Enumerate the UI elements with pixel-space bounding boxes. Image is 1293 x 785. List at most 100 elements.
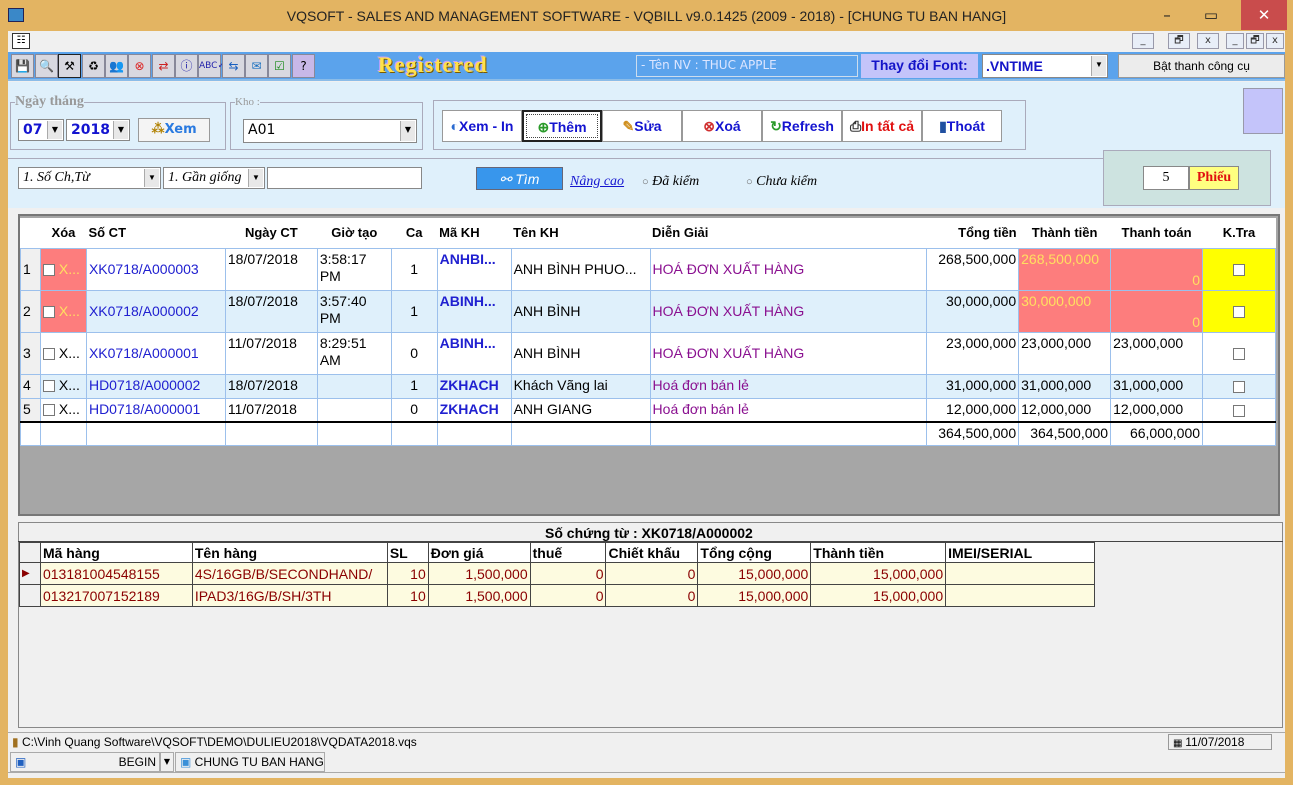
chevron-down-icon[interactable]: ▼ [144,169,159,187]
tools-icon[interactable]: ⚒ [58,54,81,78]
users-icon[interactable]: 👥 [105,54,128,78]
check-checkbox[interactable] [1233,348,1246,361]
edit-button[interactable]: ✎Sửa [602,110,682,142]
check-cell[interactable] [1202,247,1276,291]
system-menu-icon[interactable]: ☷ [12,33,30,49]
exchange-icon[interactable]: ⇄ [152,54,175,78]
check-icon[interactable]: ☑ [268,54,291,78]
search-user-icon[interactable]: 🔍 [35,54,58,78]
print-all-button[interactable]: ⎙In tất cả [842,110,922,142]
mdi2-minimize-button[interactable]: _ [1226,33,1244,49]
info-icon[interactable]: ⓘ [175,54,198,78]
voucher-no[interactable]: XK0718/A000001 [85,331,226,375]
year-select[interactable]: 2018 ▼ [66,119,130,141]
advanced-link[interactable]: Nâng cao [570,174,624,190]
col-time[interactable]: Giờ tạo [317,218,392,248]
spellcheck-icon[interactable]: ABC✓ [198,54,225,78]
delete-checkbox[interactable] [42,306,55,319]
mdi-minimize-button[interactable]: _ [1132,33,1154,49]
col-paid[interactable]: Thanh toán [1110,218,1203,248]
mdi2-close-button[interactable]: x [1266,33,1284,49]
check-checkbox[interactable] [1233,405,1246,418]
col-voucher-no[interactable]: Số CT [86,218,226,248]
chevron-down-icon[interactable]: ▼ [400,121,415,141]
taskbar-window-button[interactable]: ▣ CHUNG TU BAN HANG [175,752,325,772]
delete-cell[interactable]: X... [39,331,87,375]
col-line-amount[interactable]: Thành tiền [810,542,947,563]
col-item-code[interactable]: Mã hàng [39,542,193,563]
col-customer-code[interactable]: Mã KH [437,218,512,248]
col-unit-price[interactable]: Đơn giá [427,542,531,563]
cancel-icon[interactable]: ⊗ [128,54,151,78]
toggle-toolbar-button[interactable]: Bật thanh công cụ [1118,54,1285,78]
col-date[interactable]: Ngày CT [225,218,318,248]
col-customer-name[interactable]: Tên KH [511,218,651,248]
voucher-no[interactable]: XK0718/A000002 [85,289,226,333]
teamviewer-icon[interactable]: ⇆ [222,54,245,78]
col-description[interactable]: Diễn Giải [650,218,927,248]
check-checkbox[interactable] [1233,306,1246,319]
chevron-down-icon[interactable]: ▼ [248,169,263,187]
table-row[interactable]: 2 X... XK0718/A000002 18/07/2018 3:57:40… [20,289,1276,333]
col-discount[interactable]: Chiết khấu [605,542,699,563]
delete-cell[interactable]: X... [39,373,87,399]
check-cell[interactable] [1202,373,1276,399]
delete-button[interactable]: ⊗Xoá [682,110,762,142]
voucher-no[interactable]: HD0718/A000001 [85,397,226,423]
check-cell[interactable] [1202,289,1276,333]
add-button[interactable]: ⊕Thêm [522,110,602,142]
side-panel-button[interactable] [1243,88,1283,134]
unchecked-radio[interactable]: ○ Chưa kiểm [746,174,817,190]
chevron-down-icon[interactable]: ▼ [113,121,128,139]
check-checkbox[interactable] [1233,264,1246,277]
check-cell[interactable] [1202,397,1276,423]
close-button[interactable]: ✕ [1241,0,1287,30]
search-field-select[interactable]: 1. Số Ch,Từ ▼ [18,167,161,189]
col-item-name[interactable]: Tên hàng [191,542,388,563]
chevron-down-icon[interactable]: ▼ [1091,56,1106,76]
delete-cell[interactable]: X... [39,289,87,333]
mdi-restore-button[interactable]: 🗗 [1168,33,1190,49]
table-row[interactable]: 3 X... XK0718/A000001 11/07/2018 8:29:51… [20,331,1276,375]
voucher-no[interactable]: XK0718/A000003 [85,247,226,291]
delete-cell[interactable]: X... [39,397,87,423]
col-subtotal[interactable]: Tổng cộng [697,542,812,563]
chevron-down-icon[interactable]: ▼ [47,121,62,139]
delete-checkbox[interactable] [42,348,55,361]
maximize-button[interactable]: ▭ [1189,0,1233,30]
help-icon[interactable]: ? [292,54,315,78]
table-row[interactable]: 1 X... XK0718/A000003 18/07/2018 3:58:17… [20,247,1276,291]
voucher-no[interactable]: HD0718/A000002 [85,373,226,399]
search-input[interactable] [267,167,422,189]
detail-row[interactable]: ▶ 013181004548155 4S/16GB/B/SECONDHAND/ … [19,562,1095,585]
col-qty[interactable]: SL [386,542,429,563]
table-row[interactable]: 4 X... HD0718/A000002 18/07/2018 1 ZKHAC… [20,373,1276,399]
col-tax[interactable]: thuế [529,542,607,563]
exit-button[interactable]: ▮Thoát [922,110,1002,142]
print-preview-button[interactable]: ◐Xem - In [442,110,522,142]
col-imei[interactable]: IMEI/SERIAL [945,542,1095,563]
month-select[interactable]: 07 ▼ [18,119,64,141]
save-icon[interactable]: 💾 [11,54,34,78]
delete-cell[interactable]: X... [39,247,87,291]
col-total[interactable]: Tổng tiền [926,218,1019,248]
col-shift[interactable]: Ca [391,218,438,248]
begin-dropdown[interactable]: ▼ [160,752,174,772]
mdi-close-button[interactable]: x [1197,33,1219,49]
detail-row[interactable]: 013217007152189 IPAD3/16G/B/SH/3TH 10 1,… [19,584,1095,607]
mdi2-restore-button[interactable]: 🗗 [1246,33,1264,49]
check-cell[interactable] [1202,331,1276,375]
delete-checkbox[interactable] [42,403,55,416]
col-amount[interactable]: Thành tiền [1018,218,1111,248]
view-button[interactable]: ⁂Xem [138,118,210,142]
warehouse-select[interactable]: A01 ▼ [243,119,417,143]
refresh-doc-icon[interactable]: ♻ [82,54,105,78]
minimize-button[interactable]: – [1145,0,1189,30]
mail-icon[interactable]: ✉ [245,54,268,78]
table-row[interactable]: 5 X... HD0718/A000001 11/07/2018 0 ZKHAC… [20,397,1276,423]
font-select[interactable]: .VNTIME ▼ [982,54,1108,78]
col-delete[interactable]: Xóa [40,218,87,248]
delete-checkbox[interactable] [42,264,55,277]
find-button[interactable]: ⚯ Tìm [476,167,563,190]
begin-button[interactable]: ▣ BEGIN [10,752,160,772]
